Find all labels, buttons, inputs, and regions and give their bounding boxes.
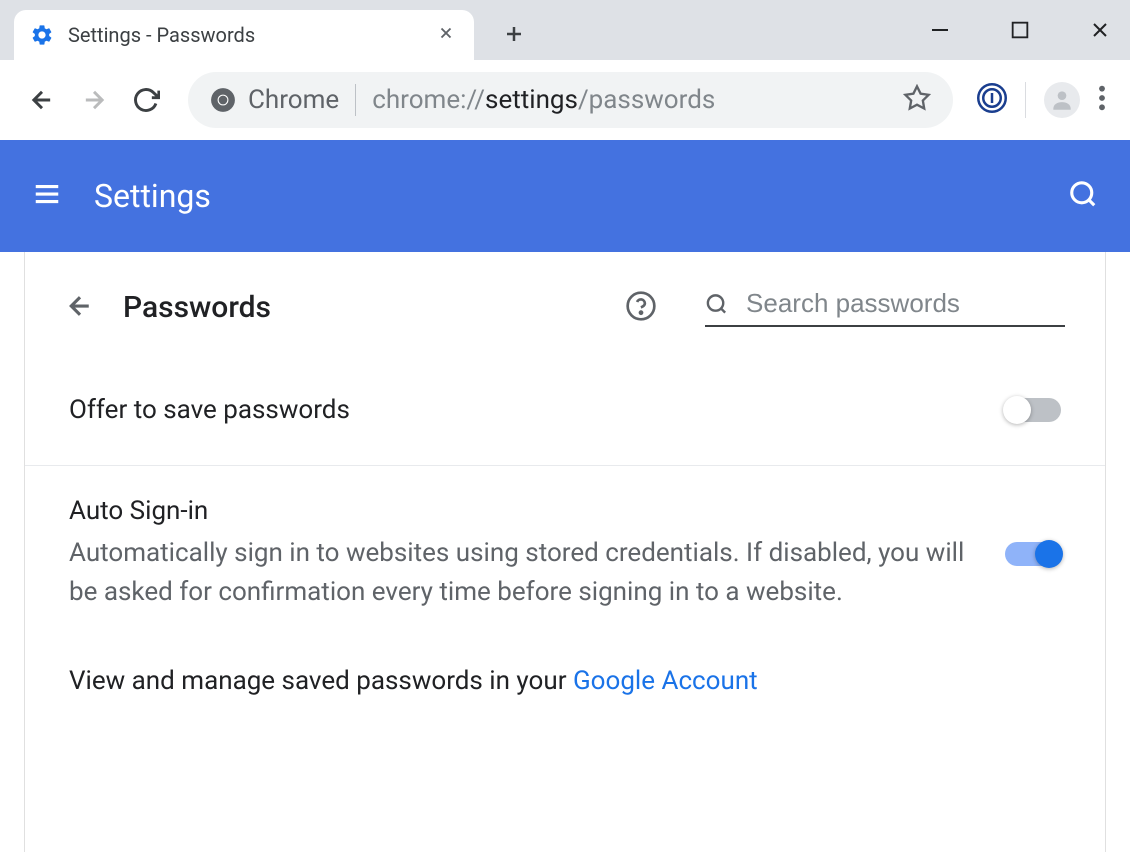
divider — [355, 84, 356, 116]
toggle-auto-signin[interactable] — [1005, 542, 1061, 566]
bookmark-star-icon[interactable] — [903, 84, 931, 116]
minimize-button[interactable] — [920, 10, 960, 50]
back-button[interactable] — [24, 82, 60, 118]
url-path: /passwords — [578, 85, 715, 115]
browser-tab[interactable]: Settings - Passwords — [14, 10, 474, 60]
divider — [1025, 82, 1026, 118]
gear-icon — [30, 23, 54, 47]
app-title: Settings — [94, 177, 211, 215]
search-icon[interactable] — [1068, 179, 1098, 213]
page-title: Passwords — [123, 290, 597, 325]
maximize-button[interactable] — [1000, 10, 1040, 50]
url-host: settings — [485, 85, 578, 115]
google-account-link[interactable]: Google Account — [573, 666, 758, 696]
setting-auto-signin: Auto Sign-in Automatically sign in to we… — [25, 466, 1105, 622]
setting-label: Auto Sign-in — [69, 496, 981, 526]
search-input[interactable] — [746, 288, 1065, 319]
reload-button[interactable] — [128, 82, 164, 118]
close-window-button[interactable] — [1080, 10, 1120, 50]
menu-icon[interactable] — [32, 179, 62, 213]
chip-label: Chrome — [248, 85, 339, 115]
close-icon[interactable] — [434, 23, 458, 48]
extension-icon[interactable] — [977, 83, 1007, 117]
menu-button[interactable] — [1098, 84, 1106, 116]
new-tab-button[interactable] — [494, 14, 534, 54]
settings-app-bar: Settings — [0, 140, 1130, 252]
back-arrow-icon[interactable] — [65, 291, 95, 325]
link-prefix: View and manage saved passwords in your — [69, 666, 573, 696]
setting-offer-save: Offer to save passwords — [25, 355, 1105, 466]
profile-avatar[interactable] — [1044, 82, 1080, 118]
url-display: chrome://settings/passwords — [372, 85, 887, 115]
extensions-area — [977, 82, 1106, 118]
search-icon — [705, 291, 728, 317]
address-bar[interactable]: Chrome chrome://settings/passwords — [188, 72, 953, 128]
tab-title: Settings - Passwords — [68, 23, 420, 47]
toggle-offer-save[interactable] — [1005, 398, 1061, 422]
url-prefix: chrome:// — [372, 85, 485, 115]
window-controls — [920, 10, 1120, 50]
toolbar: Chrome chrome://settings/passwords — [0, 60, 1130, 140]
setting-label: Offer to save passwords — [69, 395, 981, 425]
forward-button[interactable] — [76, 82, 112, 118]
help-icon[interactable] — [625, 290, 657, 326]
page-header: Passwords — [25, 252, 1105, 355]
site-chip: Chrome — [210, 85, 339, 115]
search-passwords-field[interactable] — [705, 288, 1065, 327]
tab-strip: Settings - Passwords — [0, 0, 1130, 60]
chrome-icon — [210, 87, 236, 113]
google-account-link-row: View and manage saved passwords in your … — [25, 622, 1105, 740]
settings-card: Passwords Offer to save passwords Auto S… — [24, 252, 1106, 852]
setting-description: Automatically sign in to websites using … — [69, 534, 969, 612]
